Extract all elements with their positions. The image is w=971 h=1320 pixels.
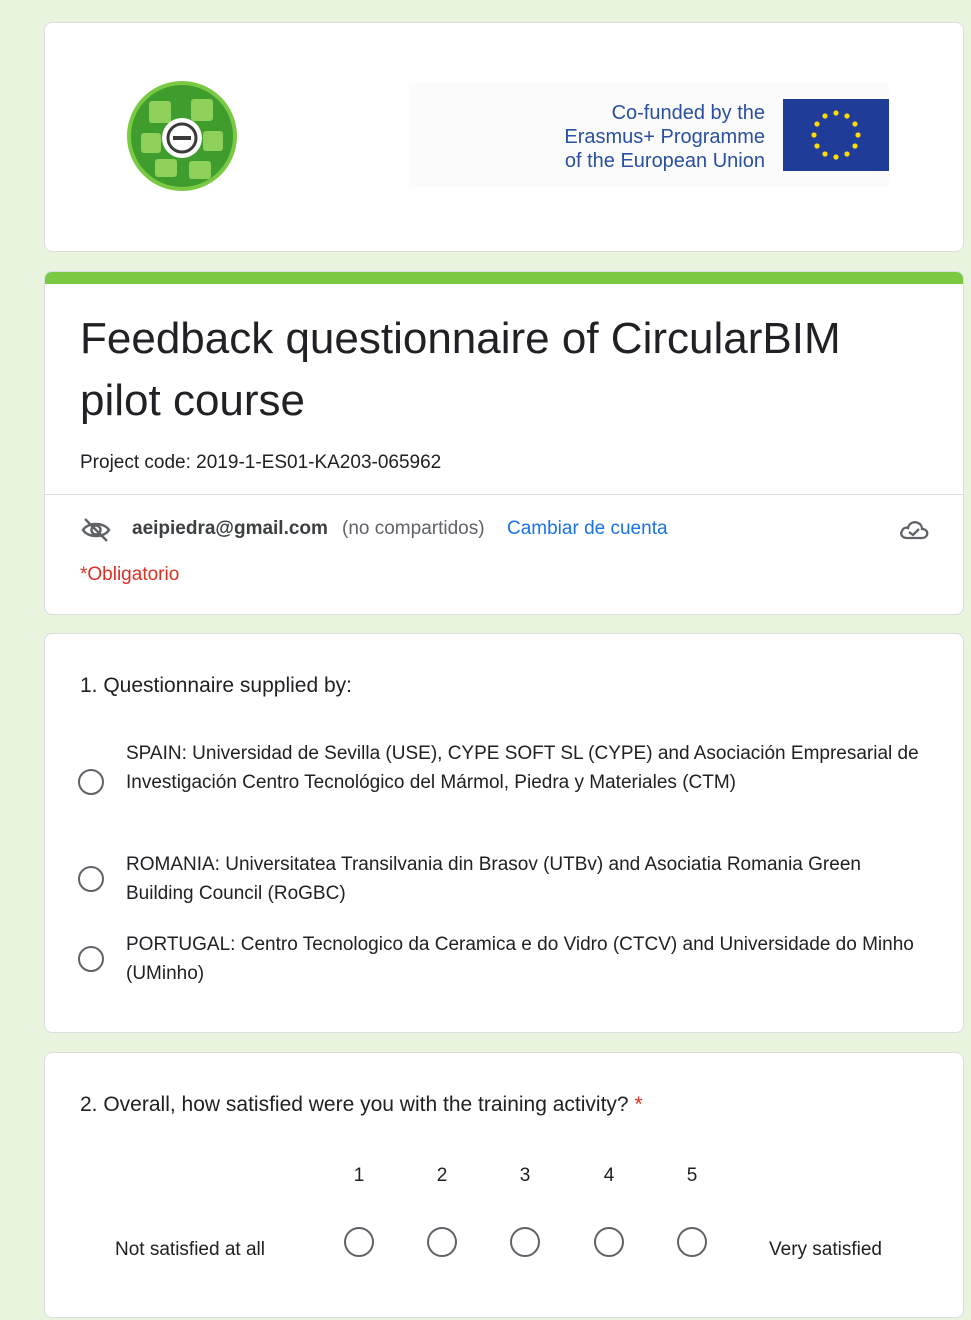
scale-radio-1[interactable]	[344, 1227, 374, 1257]
circularbim-logo	[127, 81, 237, 191]
form-description: Project code: 2019-1-ES01-KA203-065962	[80, 452, 442, 473]
option-label: PORTUGAL: Centro Tecnologico da Ceramica…	[126, 934, 914, 984]
form-title-card: Feedback questionnaire of CircularBIM pi…	[44, 271, 964, 615]
scale-label-5: 5	[686, 1165, 698, 1186]
scale-label-1: 1	[353, 1165, 365, 1186]
question-card-1: 1. Questionnaire supplied by: SPAIN: Uni…	[44, 633, 964, 1033]
question-title-text: 2. Overall, how satisfied were you with …	[80, 1093, 629, 1116]
scale-low-label: Not satisfied at all	[115, 1239, 265, 1260]
eu-flag-icon	[783, 99, 889, 171]
question-title: 1. Questionnaire supplied by:	[80, 674, 353, 697]
option-label: SPAIN: Universidad de Sevilla (USE), CYP…	[126, 743, 919, 793]
cloud-saved-icon	[900, 521, 929, 540]
account-sharing-note: (no compartidos)	[342, 518, 485, 539]
visibility-off-icon	[81, 518, 111, 542]
scale-radio-4[interactable]	[594, 1227, 624, 1257]
required-note: *Obligatorio	[80, 564, 180, 585]
scale-high-label: Very satisfied	[769, 1239, 882, 1260]
account-email: aeipiedra@gmail.com	[132, 518, 328, 539]
eu-text-line-1: Co-funded by the	[611, 102, 765, 124]
option-romania[interactable]: ROMANIA: Universitatea Transilvania din …	[78, 850, 928, 910]
scale-radio-3[interactable]	[510, 1227, 540, 1257]
scale-label-2: 2	[436, 1165, 448, 1186]
required-asterisk: *	[634, 1093, 643, 1116]
eu-text-line-3: of the European Union	[564, 150, 765, 172]
option-portugal[interactable]: PORTUGAL: Centro Tecnologico da Ceramica…	[78, 930, 928, 990]
account-row: aeipiedra@gmail.com (no compartidos) Cam…	[80, 516, 930, 546]
form-title: Feedback questionnaire of CircularBIM pi…	[80, 314, 841, 425]
radio-button[interactable]	[78, 946, 104, 972]
scale-radio-5[interactable]	[677, 1227, 707, 1257]
radio-button[interactable]	[78, 866, 104, 892]
accent-stripe	[45, 272, 963, 284]
divider	[45, 494, 963, 495]
scale-radio-2[interactable]	[427, 1227, 457, 1257]
eu-funding-text: Co-funded by the Erasmus+ Programme of t…	[564, 101, 765, 173]
eu-funding-banner: Co-funded by the Erasmus+ Programme of t…	[409, 83, 889, 187]
scale-label-4: 4	[603, 1165, 615, 1186]
radio-button[interactable]	[78, 769, 104, 795]
scale-label-3: 3	[519, 1165, 531, 1186]
option-label: ROMANIA: Universitatea Transilvania din …	[126, 854, 861, 904]
option-spain[interactable]: SPAIN: Universidad de Sevilla (USE), CYP…	[78, 739, 928, 829]
header-image-card: Co-funded by the Erasmus+ Programme of t…	[44, 22, 964, 252]
question-title: 2. Overall, how satisfied were you with …	[80, 1093, 643, 1117]
eu-text-line-2: Erasmus+ Programme	[564, 126, 765, 148]
question-card-2: 2. Overall, how satisfied were you with …	[44, 1052, 964, 1318]
switch-account-link[interactable]: Cambiar de cuenta	[507, 518, 668, 540]
